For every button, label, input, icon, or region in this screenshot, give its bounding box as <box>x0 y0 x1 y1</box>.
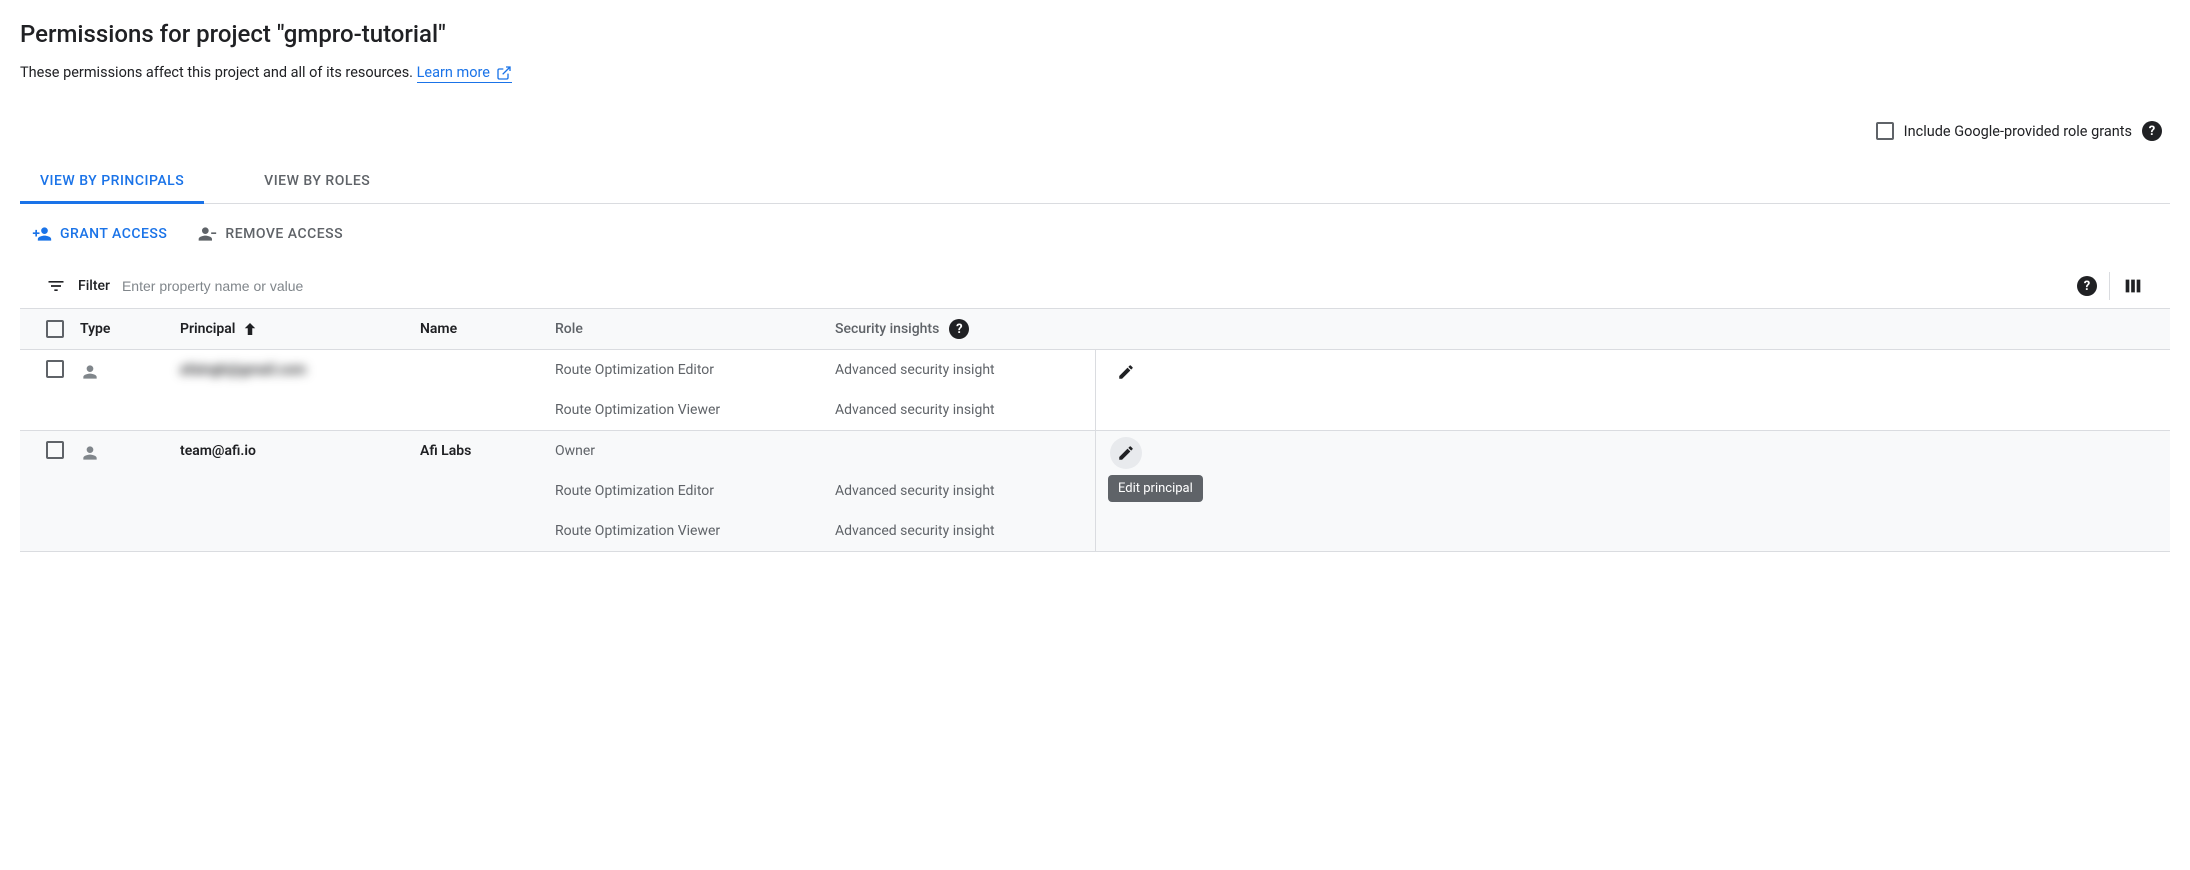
learn-more-link[interactable]: Learn more <box>417 64 512 83</box>
top-options-bar: Include Google-provided role grants ? <box>20 121 2170 141</box>
row-checkbox-cell <box>20 443 80 459</box>
edit-principal-button[interactable] <box>1110 437 1142 469</box>
action-bar: GRANT ACCESS REMOVE ACCESS <box>20 204 2170 264</box>
role-text: Route Optimization Editor <box>555 483 835 499</box>
row-fixed-cells: afaingh@gmail.com <box>20 350 555 430</box>
principals-table: Type Principal Name Role Security insigh… <box>20 308 2170 552</box>
insight-text: Advanced security insight <box>835 523 1095 539</box>
table-row: team@afi.io Afi LabsOwner Route Optimizati… <box>20 431 2170 552</box>
type-cell <box>80 443 180 467</box>
header-role: Role <box>555 321 835 337</box>
filter-label: Filter <box>78 278 110 294</box>
remove-access-label: REMOVE ACCESS <box>225 226 343 242</box>
help-icon[interactable]: ? <box>2142 121 2162 141</box>
filter-input[interactable] <box>122 278 2065 294</box>
filter-row: Filter ? <box>20 264 2170 308</box>
filter-icon <box>46 276 66 296</box>
header-name: Name <box>420 321 555 337</box>
principal-cell: team@afi.io <box>180 443 420 459</box>
insight-text: Advanced security insight <box>835 402 1095 418</box>
role-line: Route Optimization ViewerAdvanced securi… <box>555 390 1095 430</box>
name-cell: Afi Labs <box>420 443 555 459</box>
columns-icon[interactable] <box>2122 275 2144 297</box>
header-insights: Security insights ? <box>835 319 1095 339</box>
row-checkbox[interactable] <box>46 441 64 459</box>
insights-help-icon[interactable]: ? <box>949 319 969 339</box>
role-text: Owner <box>555 443 835 459</box>
role-text: Route Optimization Viewer <box>555 402 835 418</box>
role-line: Route Optimization EditorAdvanced securi… <box>555 350 1095 390</box>
subtitle-text: These permissions affect this project an… <box>20 64 417 81</box>
header-checkbox-cell <box>20 320 80 338</box>
principal-text: afaingh@gmail.com <box>180 362 306 378</box>
row-fixed-cells: team@afi.io Afi Labs <box>20 431 555 551</box>
pencil-icon <box>1117 363 1135 381</box>
page-title: Permissions for project "gmpro-tutorial" <box>20 20 2170 48</box>
header-type: Type <box>80 321 180 337</box>
principal-text: team@afi.io <box>180 443 256 459</box>
include-google-checkbox-wrapper: Include Google-provided role grants ? <box>1876 121 2162 141</box>
roles-block: Route Optimization EditorAdvanced securi… <box>555 350 1095 430</box>
roles-block: OwnerRoute Optimization EditorAdvanced s… <box>555 431 1095 551</box>
grant-access-button[interactable]: GRANT ACCESS <box>32 224 167 244</box>
include-google-checkbox[interactable] <box>1876 122 1894 140</box>
header-principal-text: Principal <box>180 321 235 337</box>
role-line: Route Optimization ViewerAdvanced securi… <box>555 511 1095 551</box>
insight-text: Advanced security insight <box>835 483 1095 499</box>
row-checkbox[interactable] <box>46 360 64 378</box>
view-tabs: VIEW BY PRINCIPALS VIEW BY ROLES <box>20 161 2170 204</box>
action-cell: Edit principal <box>1095 431 2170 551</box>
insight-text <box>835 443 1095 459</box>
person-remove-icon <box>197 224 217 244</box>
learn-more-text: Learn more <box>417 64 490 81</box>
include-google-label: Include Google-provided role grants <box>1904 123 2132 140</box>
external-link-icon <box>496 65 512 81</box>
table-header-row: Type Principal Name Role Security insigh… <box>20 308 2170 350</box>
person-icon <box>80 443 100 463</box>
grant-access-label: GRANT ACCESS <box>60 226 167 242</box>
role-line: Route Optimization EditorAdvanced securi… <box>555 471 1095 511</box>
person-icon <box>80 362 100 382</box>
tab-view-by-roles[interactable]: VIEW BY ROLES <box>244 161 390 204</box>
person-add-icon <box>32 224 52 244</box>
table-row: afaingh@gmail.com Route Optimization Edit… <box>20 350 2170 431</box>
sort-ascending-icon <box>241 320 259 338</box>
edit-tooltip: Edit principal <box>1108 475 1203 502</box>
role-line: Owner <box>555 431 1095 471</box>
insight-text: Advanced security insight <box>835 362 1095 378</box>
header-insights-text: Security insights <box>835 321 939 337</box>
header-principal[interactable]: Principal <box>180 320 420 338</box>
edit-principal-button[interactable] <box>1110 356 1142 388</box>
row-checkbox-cell <box>20 362 80 378</box>
tab-view-by-principals[interactable]: VIEW BY PRINCIPALS <box>20 161 204 204</box>
page-subtitle: These permissions affect this project an… <box>20 64 2170 81</box>
remove-access-button[interactable]: REMOVE ACCESS <box>197 224 343 244</box>
role-text: Route Optimization Viewer <box>555 523 835 539</box>
select-all-checkbox[interactable] <box>46 320 64 338</box>
type-cell <box>80 362 180 386</box>
principal-cell: afaingh@gmail.com <box>180 362 420 378</box>
action-cell <box>1095 350 2170 430</box>
divider <box>2109 272 2110 300</box>
pencil-icon <box>1117 444 1135 462</box>
filter-help-icon[interactable]: ? <box>2077 276 2097 296</box>
role-text: Route Optimization Editor <box>555 362 835 378</box>
